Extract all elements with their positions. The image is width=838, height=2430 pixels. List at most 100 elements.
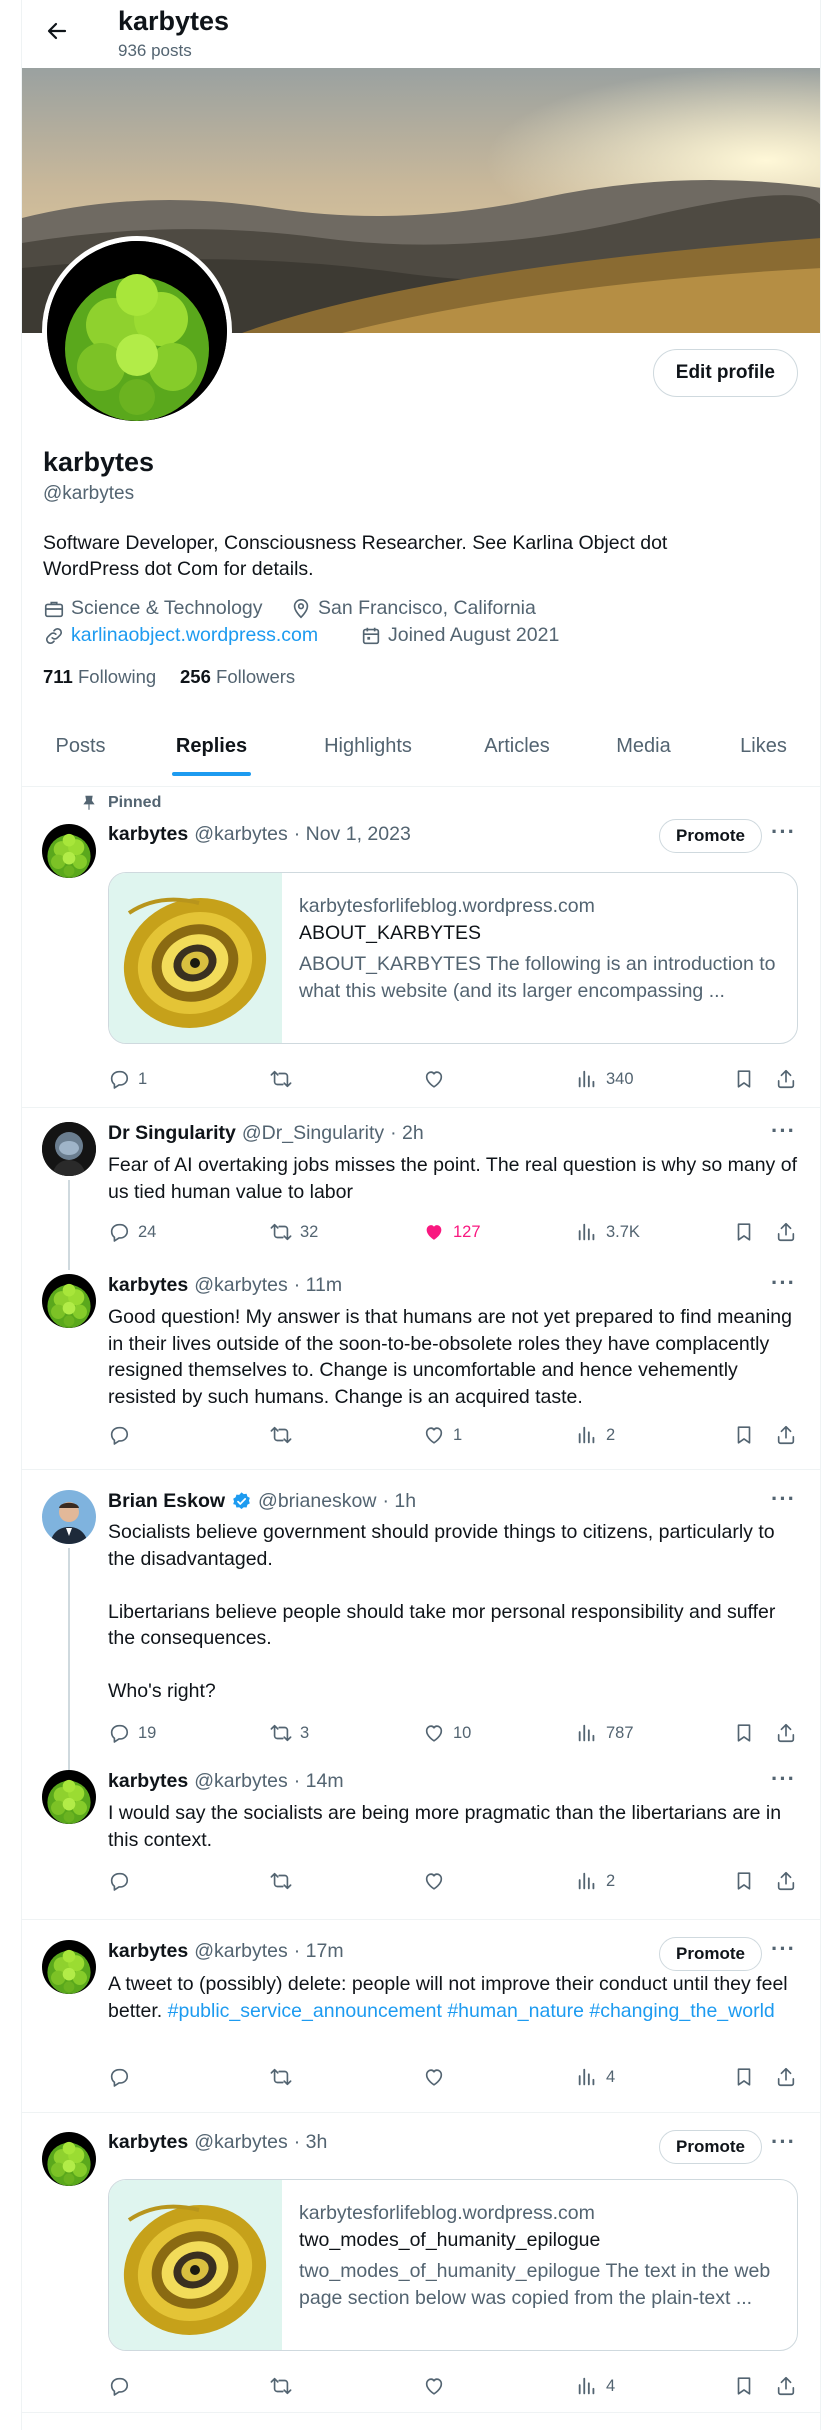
more-icon[interactable]: ··· [771, 1118, 796, 1144]
repost-button[interactable]: 32 [270, 1221, 318, 1243]
repost-button[interactable] [270, 1870, 300, 1892]
tab-articles[interactable]: Articles [452, 715, 582, 787]
more-icon[interactable]: ··· [771, 1936, 796, 1962]
repost-button[interactable] [270, 2375, 300, 2397]
author-handle[interactable]: @karbytes [194, 1940, 288, 1963]
avatar[interactable] [42, 1274, 96, 1328]
like-button[interactable] [423, 2066, 453, 2088]
tweet-time[interactable]: · 17m [294, 1940, 344, 1963]
tab-highlights[interactable]: Highlights [284, 715, 452, 787]
avatar[interactable] [42, 2132, 96, 2186]
tab-likes[interactable]: Likes [705, 715, 820, 787]
tweet-time[interactable]: · 14m [294, 1770, 344, 1793]
like-button[interactable] [423, 2375, 453, 2397]
author-name[interactable]: karbytes [108, 1940, 188, 1963]
avatar[interactable] [42, 1490, 96, 1544]
repost-button[interactable] [270, 1424, 300, 1446]
bookmark-button[interactable] [733, 2375, 755, 2397]
author-name[interactable]: karbytes [108, 2131, 188, 2154]
reply-button[interactable] [108, 1870, 138, 1892]
tweet-reply[interactable]: karbytes @karbytes · 11m ··· Good question… [22, 1270, 820, 1470]
repost-button[interactable]: 3 [270, 1722, 309, 1744]
share-button[interactable] [775, 1424, 797, 1446]
author-handle[interactable]: @karbytes [194, 2131, 288, 2154]
like-button[interactable]: 1 [423, 1424, 462, 1446]
promote-button[interactable]: Promote [659, 1937, 762, 1971]
link-card[interactable]: karbytesforlifeblog.wordpress.com two_mo… [108, 2179, 798, 2351]
tab-posts[interactable]: Posts [22, 715, 139, 787]
profile-avatar[interactable] [42, 236, 232, 426]
promote-button[interactable]: Promote [659, 819, 762, 853]
tweet[interactable]: karbytes @karbytes · 3h Promote ··· karbyt… [22, 2113, 820, 2413]
share-button[interactable] [775, 1870, 797, 1892]
author-name[interactable]: karbytes [108, 823, 188, 846]
author-name[interactable]: Brian Eskow [108, 1490, 225, 1513]
author-name[interactable]: Dr Singularity [108, 1122, 236, 1145]
views-button[interactable]: 787 [576, 1722, 634, 1744]
tweet-time[interactable]: · 3h [294, 2131, 328, 2154]
tab-media[interactable]: Media [582, 715, 705, 787]
bookmark-button[interactable] [733, 2066, 755, 2088]
more-icon[interactable]: ··· [771, 819, 796, 845]
share-button[interactable] [775, 2066, 797, 2088]
views-button[interactable]: 340 [576, 1068, 634, 1090]
bookmark-button[interactable] [733, 1722, 755, 1744]
tweet-time[interactable]: · 11m [294, 1274, 342, 1297]
reply-button[interactable] [108, 2375, 138, 2397]
tweet-time[interactable]: · Nov 1, 2023 [294, 823, 411, 846]
reply-button[interactable]: 1 [108, 1068, 147, 1090]
bookmark-button[interactable] [733, 1424, 755, 1446]
followers-stat[interactable]: 256 Followers [180, 666, 295, 688]
more-icon[interactable]: ··· [771, 1270, 796, 1296]
views-button[interactable]: 2 [576, 1870, 615, 1892]
reply-button[interactable]: 24 [108, 1221, 156, 1243]
reply-button[interactable]: 19 [108, 1722, 156, 1744]
tweet-time[interactable]: · 2h [390, 1122, 424, 1145]
like-button[interactable]: 127 [423, 1221, 481, 1243]
link-card[interactable]: karbytesforlifeblog.wordpress.com ABOUT_… [108, 872, 798, 1044]
hashtag-link[interactable]: #changing_the_world [589, 2000, 774, 2022]
tweet-thread-parent[interactable]: Brian Eskow @brianeskow · 1h ··· Socialis… [22, 1470, 820, 1770]
like-button[interactable] [423, 1068, 453, 1090]
author-handle[interactable]: @karbytes [194, 823, 288, 846]
author-handle[interactable]: @karbytes [194, 1274, 288, 1297]
bookmark-button[interactable] [733, 1870, 755, 1892]
bookmark-button[interactable] [733, 1068, 755, 1090]
author-handle[interactable]: @Dr_Singularity [242, 1122, 384, 1145]
author-name[interactable]: karbytes [108, 1770, 188, 1793]
avatar[interactable] [42, 824, 96, 878]
like-button[interactable] [423, 1870, 453, 1892]
avatar[interactable] [42, 1122, 96, 1176]
avatar[interactable] [42, 1770, 96, 1824]
edit-profile-button[interactable]: Edit profile [652, 349, 798, 397]
profile-website[interactable]: karlinaobject.wordpress.com [43, 624, 318, 647]
tweet[interactable]: karbytes @karbytes · 17m Promote ··· A twe… [22, 1920, 820, 2113]
views-button[interactable]: 4 [576, 2066, 615, 2088]
hashtag-link[interactable]: #human_nature [447, 2000, 584, 2022]
tweet-time[interactable]: · 1h [382, 1490, 416, 1513]
more-icon[interactable]: ··· [771, 1766, 796, 1792]
views-button[interactable]: 2 [576, 1424, 615, 1446]
bookmark-button[interactable] [733, 1221, 755, 1243]
tweet-reply[interactable]: karbytes @karbytes · 14m ··· I would say t… [22, 1766, 820, 1920]
repost-button[interactable] [270, 1068, 300, 1090]
following-stat[interactable]: 711 Following [43, 666, 156, 688]
like-button[interactable]: 10 [423, 1722, 471, 1744]
repost-button[interactable] [270, 2066, 300, 2088]
share-button[interactable] [775, 1722, 797, 1744]
back-arrow-icon[interactable] [40, 14, 74, 48]
author-handle[interactable]: @brianeskow [258, 1490, 376, 1513]
more-icon[interactable]: ··· [771, 2129, 796, 2155]
author-name[interactable]: karbytes [108, 1274, 188, 1297]
website-link[interactable]: karlinaobject.wordpress.com [71, 624, 318, 647]
share-button[interactable] [775, 1221, 797, 1243]
hashtag-link[interactable]: #public_service_announcement [168, 2000, 442, 2022]
reply-button[interactable] [108, 2066, 138, 2088]
avatar[interactable] [42, 1940, 96, 1994]
author-handle[interactable]: @karbytes [194, 1770, 288, 1793]
more-icon[interactable]: ··· [771, 1486, 796, 1512]
share-button[interactable] [775, 1068, 797, 1090]
tab-replies[interactable]: Replies [139, 715, 284, 787]
tweet-thread-parent[interactable]: Dr Singularity @Dr_Singularity · 2h ··· Fe… [22, 1108, 820, 1270]
promote-button[interactable]: Promote [659, 2130, 762, 2164]
